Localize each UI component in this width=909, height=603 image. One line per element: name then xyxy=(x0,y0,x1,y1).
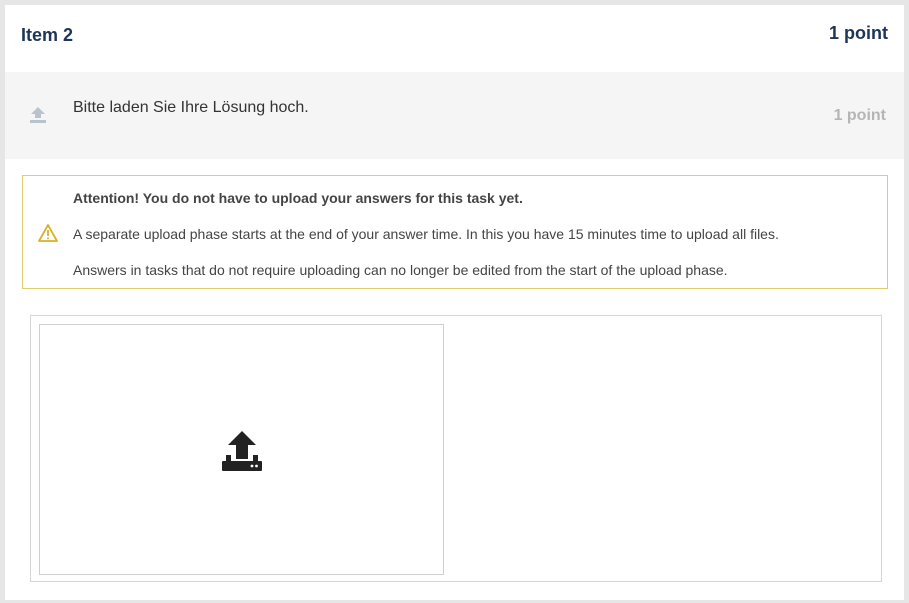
question-card: Item 2 1 point Bitte laden Sie Ihre Lösu… xyxy=(5,5,904,600)
question-text: Bitte laden Sie Ihre Lösung hoch. xyxy=(73,99,309,116)
notice-heading: Attention! You do not have to upload you… xyxy=(73,190,523,206)
notice-text: Answers in tasks that do not require upl… xyxy=(73,262,728,278)
upload-icon xyxy=(29,106,47,124)
item-points: 1 point xyxy=(829,23,888,43)
question-points: 1 point xyxy=(833,107,886,124)
upload-area xyxy=(30,315,882,582)
question-row: Bitte laden Sie Ihre Lösung hoch. 1 poin… xyxy=(5,72,904,159)
item-title: Item 2 xyxy=(21,25,74,45)
item-header: Item 2 1 point xyxy=(5,5,904,72)
file-dropzone[interactable] xyxy=(39,324,444,575)
upload-file-icon xyxy=(220,429,264,473)
notice-text: A separate upload phase starts at the en… xyxy=(73,226,779,242)
warning-triangle-icon xyxy=(38,223,58,243)
attention-notice: Attention! You do not have to upload you… xyxy=(22,175,888,289)
